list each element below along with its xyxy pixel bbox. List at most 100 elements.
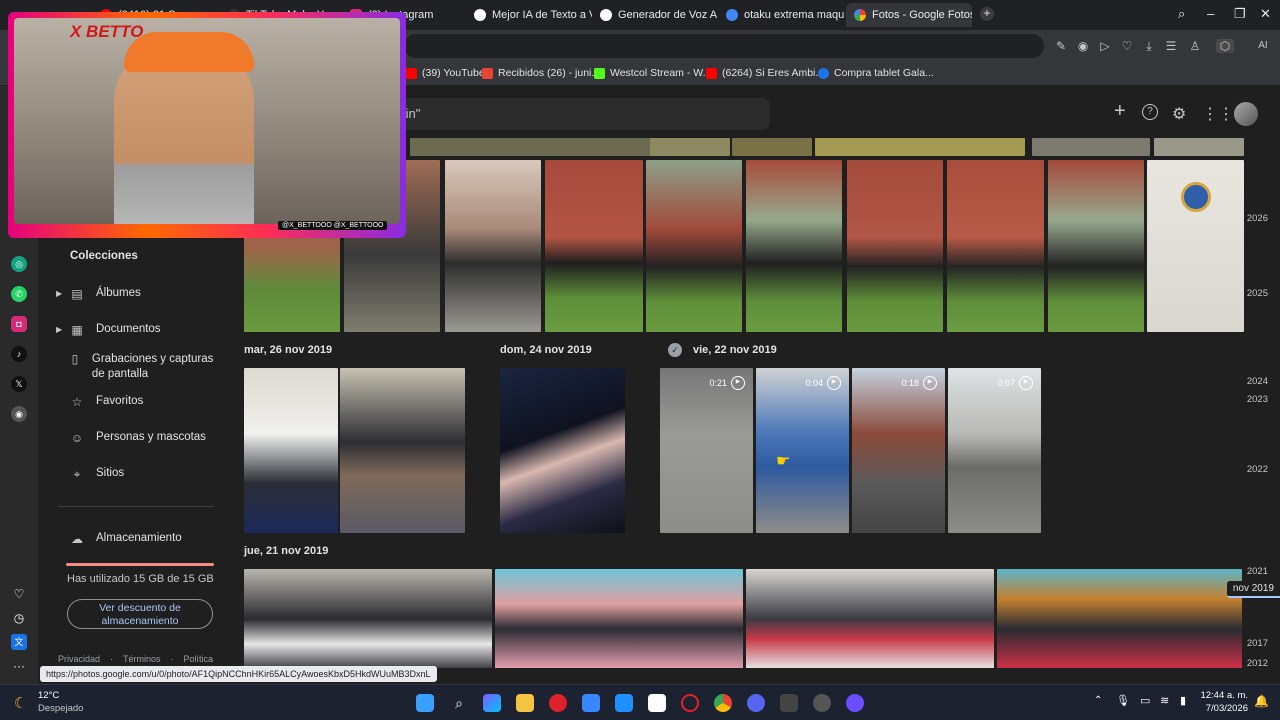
sidebar-item-favorites[interactable]: ☆ Favoritos [70,395,144,409]
download-icon[interactable]: ⤓ [1142,39,1156,53]
ai-button[interactable]: AI [1250,39,1276,53]
bookmark-youtube[interactable]: (39) YouTube [406,67,485,79]
year-marker[interactable]: 2025 [1247,288,1268,299]
camera-icon[interactable]: ◉ [1076,39,1090,53]
video-thumbnail[interactable]: 0:18 ▶ [852,368,945,533]
bookmark-samsung[interactable]: Compra tablet Gala... [818,67,934,79]
photo-thumbnail[interactable] [1147,160,1244,332]
tiktok-icon[interactable]: ♪ [11,346,27,362]
play-icon[interactable]: ▷ [1098,39,1112,53]
select-date-checkbox-icon[interactable]: ✓ [668,343,682,357]
photo-thumbnail[interactable] [847,160,943,332]
photo-thumbnail[interactable] [1048,160,1144,332]
video-thumbnail[interactable]: 0:04 ▶ [756,368,849,533]
start-icon[interactable] [416,694,434,712]
photo-thumbnail[interactable] [244,368,338,533]
year-marker[interactable]: 2017 [1247,638,1268,649]
year-marker[interactable]: 2023 [1247,394,1268,405]
search-input[interactable]: tin" [398,98,770,130]
x-icon[interactable]: 𝕏 [11,376,27,392]
help-icon[interactable]: ? [1142,104,1158,120]
whatsapp-icon[interactable]: ✆ [11,286,27,302]
bookmark-gmail[interactable]: Recibidos (26) - juni... [482,67,600,79]
translate-icon[interactable]: 文 [11,634,27,650]
expand-caret-icon[interactable]: ▶ [56,325,62,334]
close-window-button[interactable]: ✕ [1260,6,1271,22]
photo-thumbnail[interactable] [815,138,1025,156]
photo-thumbnail[interactable] [732,138,812,156]
apps-grid-icon[interactable]: ⋮⋮ [1202,104,1234,124]
avatar[interactable] [1234,102,1258,126]
opera-gx-icon[interactable] [681,694,699,712]
extension-icon[interactable]: ⬡ [1216,39,1234,53]
display-icon[interactable]: ▭ [1140,694,1150,707]
video-thumbnail[interactable]: 0:21 ▶ [660,368,753,533]
tab-otaku[interactable]: otaku extrema maquillaje [718,3,844,27]
calendar-icon[interactable] [780,694,798,712]
video-thumbnail[interactable]: 0:07 ▶ [948,368,1041,533]
year-marker[interactable]: 2012 [1247,658,1268,668]
instagram-icon[interactable]: ◘ [11,316,27,332]
microphone-icon[interactable]: 🎙 [1116,694,1130,707]
tab-google-fotos[interactable]: Fotos - Google Fotos [846,3,972,27]
heart-icon[interactable]: ♡ [1120,39,1134,53]
bookmark-youtube-2[interactable]: (6264) Si Eres Ambi... [706,67,824,79]
bookmark-westcol[interactable]: Westcol Stream - W... [594,67,711,79]
store-icon[interactable] [582,694,600,712]
maximize-button[interactable]: ❐ [1234,6,1246,22]
steam-icon[interactable] [813,694,831,712]
year-marker[interactable]: 2022 [1247,464,1268,475]
notion-icon[interactable] [648,694,666,712]
battery-icon[interactable]: ▮ [1180,694,1186,707]
photo-thumbnail[interactable] [997,569,1242,668]
photo-thumbnail[interactable] [500,368,625,533]
photo-thumbnail[interactable] [244,569,492,668]
year-marker[interactable]: 2021 [1247,566,1268,577]
heart-icon[interactable]: ♡ [11,586,27,602]
photo-thumbnail[interactable] [1154,138,1244,156]
sidebar-item-albums[interactable]: ▤ Álbumes [70,287,140,301]
add-icon[interactable]: + [1114,100,1126,123]
sidebar-item-documents[interactable]: ▦ Documentos [70,323,160,337]
sidebar-item-storage[interactable]: ☁ Almacenamiento [70,532,182,546]
search-tabs-icon[interactable]: ⌕ [1178,6,1185,22]
search-icon[interactable]: ⌕ [450,694,468,712]
photo-thumbnail[interactable] [545,160,643,332]
tab-ia-voz[interactable]: Mejor IA de Texto a Voz y [466,3,592,27]
menu-list-icon[interactable]: ☰ [1164,39,1178,53]
photo-thumbnail[interactable] [746,569,994,668]
music-icon[interactable]: ◉ [11,406,27,422]
clock-time[interactable]: 12:44 a. m. [1196,690,1248,701]
tab-generador-voz[interactable]: Generador de Voz AI Loq [592,3,718,27]
policy-link[interactable]: Política [184,654,214,664]
minimize-button[interactable]: – [1207,6,1214,21]
clock-icon[interactable]: ◷ [11,610,27,626]
photo-thumbnail[interactable] [1032,138,1150,156]
opera-icon[interactable] [549,694,567,712]
photo-thumbnail[interactable] [495,569,743,668]
edit-icon[interactable]: ✎ [1054,39,1068,53]
photo-thumbnail[interactable] [340,368,465,533]
notification-bell-icon[interactable]: 🔔 [1254,694,1269,708]
storage-discount-button[interactable]: Ver descuento de almacenamiento [67,599,213,629]
expand-caret-icon[interactable]: ▶ [56,289,62,298]
sidebar-item-people[interactable]: ☺ Personas y mascotas [70,431,206,445]
photo-thumbnail[interactable] [646,160,742,332]
chatgpt-icon[interactable]: ◎ [11,256,27,272]
todo-icon[interactable] [615,694,633,712]
file-explorer-icon[interactable] [516,694,534,712]
address-field[interactable] [404,34,1044,58]
wifi-icon[interactable]: ≋ [1160,694,1169,707]
photo-thumbnail[interactable] [947,160,1044,332]
profile-icon[interactable]: ♙ [1188,39,1202,53]
photo-thumbnail[interactable] [445,160,541,332]
terms-link[interactable]: Términos [123,654,161,664]
photo-thumbnail[interactable] [650,138,730,156]
clock-date[interactable]: 7/03/2026 [1196,703,1248,714]
sidebar-item-screenshots[interactable]: ▯ Grabaciones y capturas de pantalla [70,352,220,382]
photo-thumbnail[interactable] [410,138,660,156]
photo-thumbnail[interactable] [746,160,842,332]
privacy-link[interactable]: Privacidad [58,654,100,664]
settings-icon[interactable]: ⚙ [1172,104,1186,124]
year-marker[interactable]: 2026 [1247,213,1268,224]
